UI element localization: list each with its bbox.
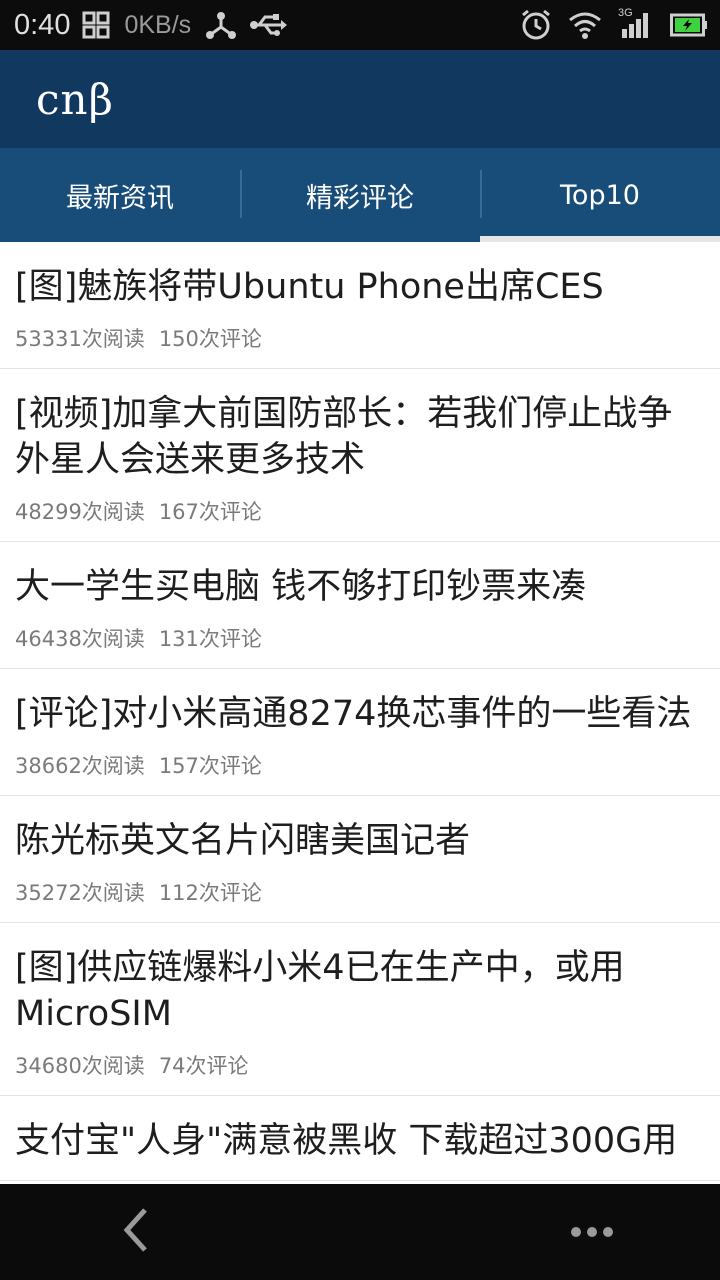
- bottom-nav-bar: [0, 1184, 720, 1280]
- tab-label: 精彩评论: [306, 182, 414, 214]
- read-count: 53331次阅读: [15, 327, 145, 351]
- article-title: [图]魅族将带Ubuntu Phone出席CES: [15, 267, 604, 307]
- article-title: 陈光标英文名片闪瞎美国记者: [15, 821, 471, 861]
- article-title: 大一学生买电脑 钱不够打印钞票来凑: [15, 567, 587, 607]
- back-button[interactable]: [100, 1198, 172, 1266]
- list-item[interactable]: [视频]加拿大前国防部长：若我们停止战争外星人会送来更多技术 48299次阅读 1…: [0, 369, 720, 542]
- comment-count: 131次评论: [158, 627, 262, 651]
- list-item[interactable]: 支付宝"人身"满意被黑收 下载超过300G用: [0, 1096, 720, 1181]
- read-count: 38662次阅读: [15, 754, 145, 778]
- tab-label: Top10: [560, 179, 640, 211]
- list-item[interactable]: [评论]对小米高通8274换芯事件的一些看法 38662次阅读 157次评论: [0, 669, 720, 796]
- article-meta: 34680次阅读 74次评论: [15, 1053, 705, 1079]
- comment-count: 112次评论: [158, 881, 262, 905]
- status-right-icons: 3G: [520, 0, 708, 50]
- tab-bar: 最新资讯 精彩评论 Top10: [0, 148, 720, 242]
- tab-label: 最新资讯: [66, 182, 174, 214]
- list-item[interactable]: 大一学生买电脑 钱不够打印钞票来凑 46438次阅读 131次评论: [0, 542, 720, 669]
- chevron-left-icon: [121, 1207, 151, 1257]
- list-item[interactable]: [图]供应链爆料小米4已在生产中，或用MicroSIM 34680次阅读 74次评…: [0, 923, 720, 1096]
- alarm-icon: [520, 9, 552, 41]
- article-list[interactable]: [图]魅族将带Ubuntu Phone出席CES 53331次阅读 150次评论 …: [0, 242, 720, 1184]
- signal-icon: 3G: [618, 7, 654, 39]
- app-header: cnβ: [0, 50, 720, 148]
- read-count: 34680次阅读: [15, 1054, 145, 1078]
- network-type: 3G: [618, 7, 633, 19]
- comment-count: 167次评论: [158, 500, 262, 524]
- list-item[interactable]: 陈光标英文名片闪瞎美国记者 35272次阅读 112次评论: [0, 796, 720, 923]
- comment-count: 157次评论: [158, 754, 262, 778]
- more-button[interactable]: [556, 1198, 628, 1266]
- list-item[interactable]: [图]魅族将带Ubuntu Phone出席CES 53331次阅读 150次评论: [0, 242, 720, 369]
- comment-count: 74次评论: [158, 1054, 249, 1078]
- read-count: 46438次阅读: [15, 627, 145, 651]
- article-meta: 35272次阅读 112次评论: [15, 880, 705, 906]
- status-time: 0:40: [14, 8, 71, 41]
- article-meta: 53331次阅读 150次评论: [15, 326, 705, 352]
- comment-count: 150次评论: [158, 327, 262, 351]
- network-speed: 0KB/s: [124, 10, 192, 39]
- more-dots-icon: [570, 1223, 614, 1242]
- share-icon: [205, 10, 237, 40]
- article-title: 支付宝"人身"满意被黑收 下载超过300G用: [15, 1121, 678, 1161]
- usb-icon: [249, 12, 288, 38]
- article-title: [视频]加拿大前国防部长：若我们停止战争外星人会送来更多技术: [15, 394, 673, 480]
- wifi-icon: [568, 11, 602, 39]
- article-title: [图]供应链爆料小米4已在生产中，或用MicroSIM: [15, 948, 625, 1034]
- read-count: 35272次阅读: [15, 881, 145, 905]
- article-meta: 46438次阅读 131次评论: [15, 626, 705, 652]
- article-title: [评论]对小米高通8274换芯事件的一些看法: [15, 694, 692, 734]
- app-logo[interactable]: cnβ: [36, 75, 114, 124]
- article-meta: 48299次阅读 167次评论: [15, 499, 705, 525]
- battery-icon: [670, 13, 708, 37]
- article-meta: 38662次阅读 157次评论: [15, 753, 705, 779]
- tab-latest-news[interactable]: 最新资讯: [0, 148, 240, 242]
- grid-icon: [82, 11, 110, 39]
- read-count: 48299次阅读: [15, 500, 145, 524]
- tab-featured-comments[interactable]: 精彩评论: [240, 148, 480, 242]
- status-bar: 0:40 0KB/s 3G: [0, 0, 720, 50]
- tab-top10[interactable]: Top10: [480, 148, 720, 242]
